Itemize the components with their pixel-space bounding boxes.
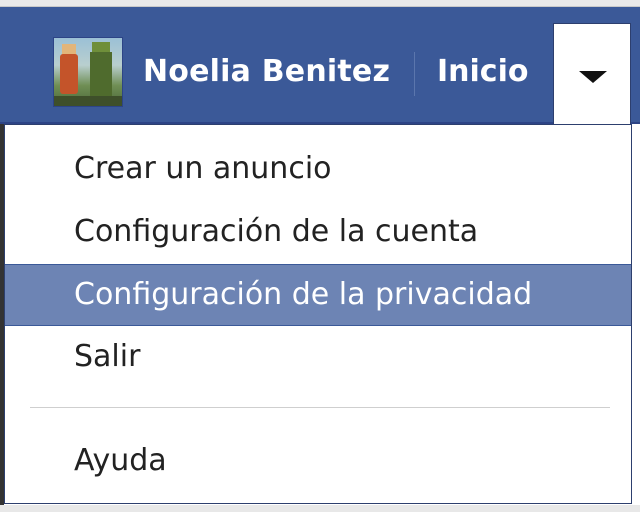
window-top-edge	[0, 0, 640, 7]
menu-item-logout[interactable]: Salir	[5, 327, 631, 387]
profile-name-link[interactable]: Noelia Benitez	[143, 54, 390, 89]
nav-separator	[414, 52, 415, 96]
menu-item-create-ad[interactable]: Crear un anuncio	[5, 139, 631, 199]
caret-down-icon	[579, 71, 607, 83]
window-bottom-edge	[0, 505, 640, 512]
menu-item-account-settings[interactable]: Configuración de la cuenta	[5, 202, 631, 262]
account-dropdown-menu: Crear un anuncio Configuración de la cue…	[4, 124, 632, 504]
menu-item-help[interactable]: Ayuda	[5, 431, 631, 491]
menu-divider	[30, 407, 610, 408]
user-avatar[interactable]	[53, 37, 123, 107]
account-menu-button[interactable]	[553, 23, 631, 126]
menu-item-privacy-settings[interactable]: Configuración de la privacidad	[5, 264, 631, 326]
home-link[interactable]: Inicio	[437, 54, 528, 89]
